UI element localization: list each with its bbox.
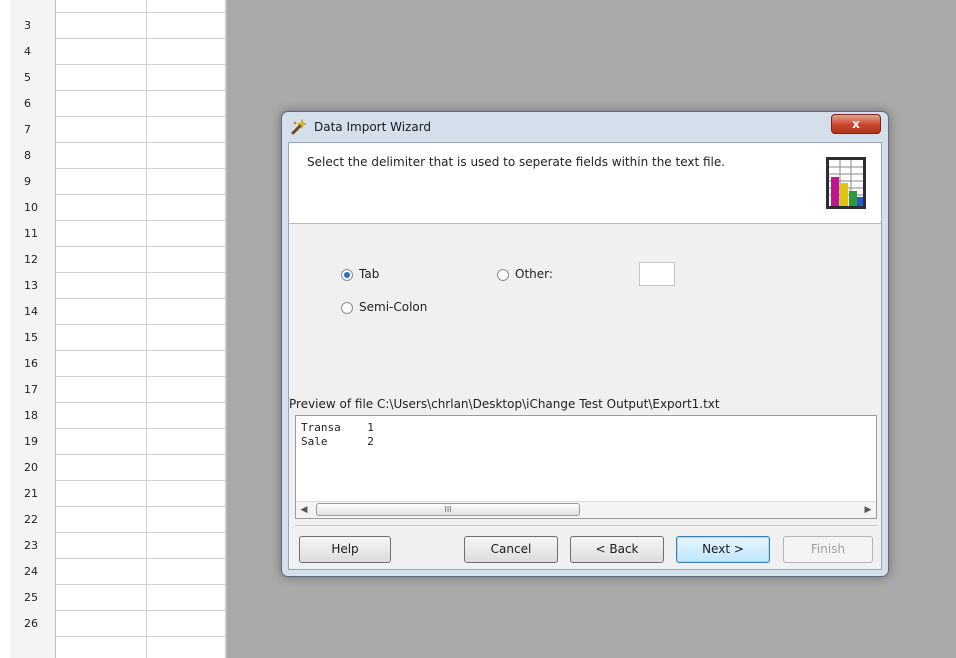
button-separator xyxy=(295,525,877,526)
instruction-text: Select the delimiter that is used to sep… xyxy=(307,155,726,169)
row-number[interactable]: 20 xyxy=(10,455,56,481)
sheet-row[interactable]: 18 xyxy=(10,403,226,429)
help-button[interactable]: Help xyxy=(299,536,391,563)
preview-line: Transa 1 xyxy=(301,421,374,434)
row-number[interactable]: 12 xyxy=(10,247,56,273)
row-number[interactable] xyxy=(10,637,56,658)
semicolon-label: Semi-Colon xyxy=(359,300,428,314)
sheet-row[interactable]: 10 xyxy=(10,195,226,221)
sheet-row[interactable] xyxy=(10,0,226,13)
data-import-wizard-dialog: Data Import Wizard x Select the delimite… xyxy=(281,111,889,577)
back-button[interactable]: < Back xyxy=(570,536,664,563)
semicolon-radio[interactable] xyxy=(341,302,353,314)
sheet-row[interactable]: 6 xyxy=(10,91,226,117)
row-number[interactable]: 10 xyxy=(10,195,56,221)
dialog-title: Data Import Wizard xyxy=(314,120,432,134)
sheet-row[interactable]: 16 xyxy=(10,351,226,377)
sheet-row[interactable]: 11 xyxy=(10,221,226,247)
row-number[interactable]: 11 xyxy=(10,221,56,247)
preview-line: Sale 2 xyxy=(301,435,374,448)
sheet-row[interactable]: 24 xyxy=(10,559,226,585)
file-preview-box[interactable]: Transa 1 Sale 2 ◀ III ▶ xyxy=(295,415,877,519)
sheet-row[interactable]: 13 xyxy=(10,273,226,299)
sheet-row[interactable]: 4 xyxy=(10,39,226,65)
row-number[interactable]: 17 xyxy=(10,377,56,403)
sheet-row[interactable]: 15 xyxy=(10,325,226,351)
tab-radio[interactable] xyxy=(341,269,353,281)
row-number[interactable]: 18 xyxy=(10,403,56,429)
row-number[interactable]: 9 xyxy=(10,169,56,195)
row-number[interactable] xyxy=(10,0,56,13)
scroll-right-icon[interactable]: ▶ xyxy=(862,504,874,516)
row-number[interactable]: 23 xyxy=(10,533,56,559)
sheet-row[interactable]: 3 xyxy=(10,13,226,39)
sheet-row[interactable]: 14 xyxy=(10,299,226,325)
sheet-row[interactable] xyxy=(10,637,226,658)
row-number[interactable]: 5 xyxy=(10,65,56,91)
sheet-row[interactable]: 5 xyxy=(10,65,226,91)
row-number[interactable]: 22 xyxy=(10,507,56,533)
column-divider xyxy=(225,0,226,658)
sheet-row[interactable]: 23 xyxy=(10,533,226,559)
other-radio[interactable] xyxy=(497,269,509,281)
row-number[interactable]: 19 xyxy=(10,429,56,455)
sheet-row[interactable]: 17 xyxy=(10,377,226,403)
row-number[interactable]: 14 xyxy=(10,299,56,325)
cancel-button[interactable]: Cancel xyxy=(464,536,558,563)
column-divider xyxy=(146,0,147,658)
scroll-left-icon[interactable]: ◀ xyxy=(298,504,310,516)
horizontal-scrollbar[interactable]: ◀ III ▶ xyxy=(296,501,876,518)
other-label: Other: xyxy=(515,267,553,281)
sheet-row[interactable]: 22 xyxy=(10,507,226,533)
sheet-row[interactable]: 9 xyxy=(10,169,226,195)
dialog-titlebar[interactable]: Data Import Wizard x xyxy=(282,112,888,142)
sheet-row[interactable]: 21 xyxy=(10,481,226,507)
row-number[interactable]: 16 xyxy=(10,351,56,377)
sheet-row[interactable]: 26 xyxy=(10,611,226,637)
row-number[interactable]: 21 xyxy=(10,481,56,507)
preview-file-label: Preview of file C:\Users\chrlan\Desktop\… xyxy=(289,397,720,411)
row-number[interactable]: 8 xyxy=(10,143,56,169)
next-button[interactable]: Next > xyxy=(676,536,770,563)
row-number[interactable]: 6 xyxy=(10,91,56,117)
row-number[interactable]: 13 xyxy=(10,273,56,299)
row-number[interactable]: 25 xyxy=(10,585,56,611)
row-number[interactable]: 26 xyxy=(10,611,56,637)
other-delimiter-input[interactable] xyxy=(639,262,675,286)
sheet-row[interactable]: 12 xyxy=(10,247,226,273)
sheet-row[interactable]: 25 xyxy=(10,585,226,611)
wizard-wand-icon xyxy=(291,119,307,135)
spreadsheet-chart-icon xyxy=(825,153,867,213)
row-number[interactable]: 24 xyxy=(10,559,56,585)
sheet-row[interactable]: 7 xyxy=(10,117,226,143)
wizard-header-panel: Select the delimiter that is used to sep… xyxy=(289,143,881,224)
finish-button[interactable]: Finish xyxy=(783,536,873,563)
close-button[interactable]: x xyxy=(831,114,881,134)
row-number[interactable]: 15 xyxy=(10,325,56,351)
dialog-client-area: Select the delimiter that is used to sep… xyxy=(288,142,882,570)
sheet-row[interactable]: 20 xyxy=(10,455,226,481)
sheet-row[interactable]: 19 xyxy=(10,429,226,455)
row-number[interactable]: 4 xyxy=(10,39,56,65)
row-number[interactable]: 3 xyxy=(10,13,56,39)
sheet-row[interactable]: 8 xyxy=(10,143,226,169)
spreadsheet-grid: 3 4 5 6 7 8 9 10 11 12 13 14 15 16 17 18 19 20 21 22 23 24 25 2… xyxy=(10,0,227,658)
scroll-thumb[interactable]: III xyxy=(316,503,580,516)
row-number[interactable]: 7 xyxy=(10,117,56,143)
tab-label: Tab xyxy=(359,267,380,281)
